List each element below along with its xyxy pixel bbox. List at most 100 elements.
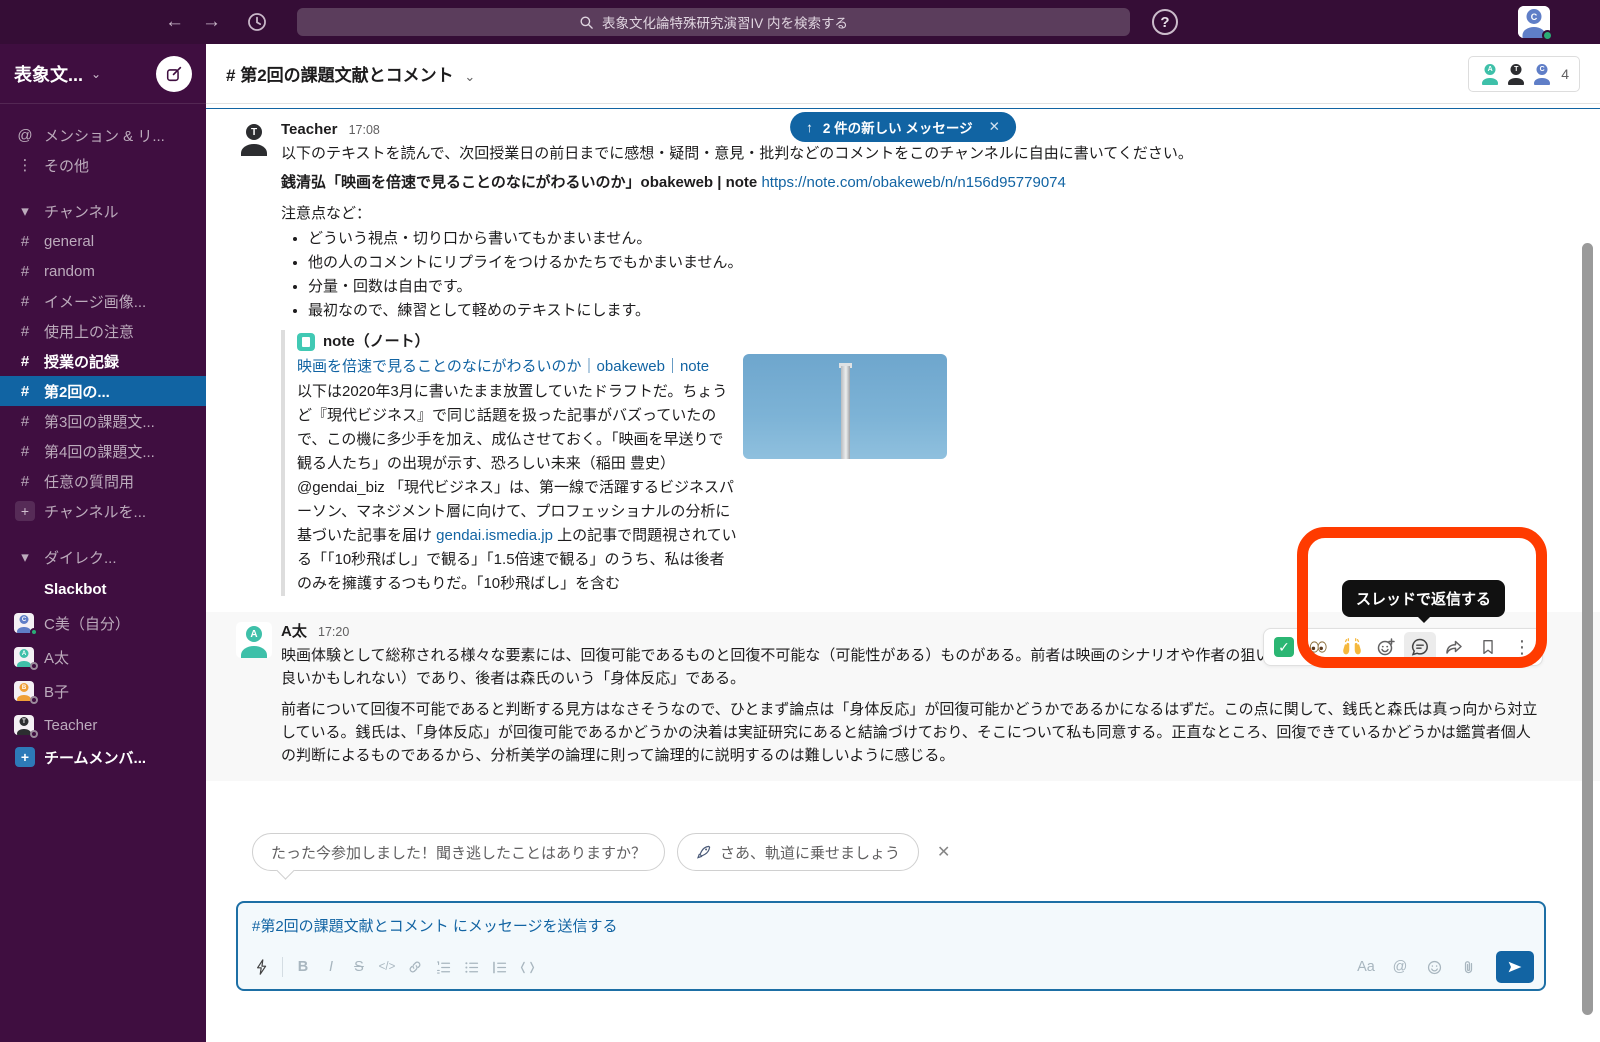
send-button[interactable]: [1496, 951, 1534, 983]
add-member-label: チームメンバ...: [44, 747, 146, 768]
message-composer: #第2回の課題文献とコメント にメッセージを送信する B I S </>: [236, 901, 1546, 991]
sidebar-channel-session4[interactable]: # 第4回の課題文...: [0, 436, 206, 466]
member-avatar: A: [1479, 63, 1501, 85]
channel-label: 第2回の...: [44, 381, 110, 402]
mention-button[interactable]: @: [1386, 953, 1414, 981]
plus-icon: +: [15, 747, 35, 767]
channel-title-text: 第2回の課題文献とコメント: [240, 66, 453, 85]
channel-label: general: [44, 233, 94, 250]
suggestion-chip-just-joined[interactable]: たった今参加しました！聞き逃したことはありますか？: [252, 833, 665, 871]
compose-button[interactable]: [156, 56, 192, 92]
member-avatar: C: [1531, 63, 1553, 85]
history-clock-icon[interactable]: [246, 11, 268, 33]
search-icon: [579, 15, 594, 30]
search-placeholder-text: 表象文化論特殊研究演習IV 内を検索する: [602, 12, 848, 32]
sidebar-channel-random[interactable]: # random: [0, 256, 206, 286]
shortcuts-lightning-button[interactable]: [248, 953, 276, 981]
history-forward-button[interactable]: →: [202, 11, 221, 33]
help-button[interactable]: ?: [1152, 9, 1178, 35]
dm-label: B子: [44, 681, 69, 702]
dm-section-header[interactable]: ▾ ダイレク...: [0, 542, 206, 572]
chips-close-button[interactable]: ✕: [937, 842, 950, 862]
message-text: 以下のテキストを読んで、次回授業日の前日までに感想・疑問・意見・批判などのコメン…: [281, 142, 1544, 165]
slack-app: ← → 表象文化論特殊研究演習IV 内を検索する ? C 表象文... ⌄: [0, 0, 1600, 1042]
sidebar-channel-session3[interactable]: # 第3回の課題文...: [0, 406, 206, 436]
message-actions-toolbar: ✓ ⋮: [1263, 628, 1543, 666]
notes-heading: 注意点など：: [281, 202, 1544, 225]
sidebar-item-label: その他: [44, 155, 89, 176]
presence-offline-dot: [30, 662, 38, 670]
code-button[interactable]: </>: [373, 953, 401, 981]
italic-button[interactable]: I: [317, 953, 345, 981]
bookmark-button[interactable]: [1472, 632, 1504, 662]
suggestion-chips-row: たった今参加しました！聞き逃したことはありますか？ さあ、軌道に乗せましょう ✕: [252, 833, 950, 871]
code-block-button[interactable]: [513, 953, 541, 981]
sidebar-add-channel[interactable]: + チャンネルを...: [0, 496, 206, 526]
hash-icon: #: [226, 66, 235, 85]
check-mark-emoji-button[interactable]: ✓: [1268, 632, 1300, 662]
inline-link[interactable]: gendai.ismedia.jp: [436, 527, 553, 544]
attach-file-button[interactable]: [1454, 953, 1482, 981]
message-author[interactable]: Teacher: [281, 121, 337, 138]
workspace-name[interactable]: 表象文...: [14, 61, 83, 87]
history-back-button[interactable]: ←: [165, 11, 184, 33]
member-avatar: T: [1505, 63, 1527, 85]
avatar[interactable]: A: [236, 622, 272, 658]
channel-title[interactable]: # 第2回の課題文献とコメント ⌄: [226, 61, 475, 86]
channel-label: 任意の質問用: [44, 471, 134, 492]
vertical-scrollbar[interactable]: [1582, 243, 1593, 1015]
message-input[interactable]: #第2回の課題文献とコメント にメッセージを送信する: [238, 903, 1544, 936]
sidebar-channel-session2-selected[interactable]: # 第2回の...: [0, 376, 206, 406]
sidebar-channel-usage-notes[interactable]: # 使用上の注意: [0, 316, 206, 346]
sidebar-dm-a-ta[interactable]: A A太: [0, 640, 206, 674]
close-icon[interactable]: ✕: [989, 119, 1000, 135]
message-timestamp[interactable]: 17:08: [349, 123, 380, 137]
channels-section-header[interactable]: ▾ チャンネル: [0, 196, 206, 226]
sidebar-channel-questions[interactable]: # 任意の質問用: [0, 466, 206, 496]
link-button[interactable]: [401, 953, 429, 981]
message-author[interactable]: A太: [281, 623, 307, 640]
emoji-picker-button[interactable]: [1420, 953, 1448, 981]
bold-button[interactable]: B: [289, 953, 317, 981]
bulleted-list-button[interactable]: [457, 953, 485, 981]
preview-title-link[interactable]: 映画を倍速で見ることのなにがわるいのか｜obakeweb｜note: [297, 355, 737, 378]
dm-label: C美（自分）: [44, 613, 130, 634]
sidebar-item-more[interactable]: ⋮ その他: [0, 150, 206, 180]
bullet-item: どういう視点・切り口から書いてもかまいません。: [308, 227, 1544, 250]
user-avatar-button[interactable]: C: [1518, 6, 1550, 38]
search-input[interactable]: 表象文化論特殊研究演習IV 内を検索する: [297, 8, 1130, 36]
message-timestamp[interactable]: 17:20: [318, 625, 349, 639]
reply-in-thread-button[interactable]: [1404, 632, 1436, 662]
channel-header: # 第2回の課題文献とコメント ⌄ A T C 4: [206, 44, 1600, 104]
sidebar-channel-image[interactable]: # イメージ画像...: [0, 286, 206, 316]
message-list: ↑ 2 件の新しい メッセージ ✕ T Teacher 17:08 以下のテキス…: [206, 104, 1600, 832]
add-reaction-button[interactable]: [1370, 632, 1402, 662]
top-bar: ← → 表象文化論特殊研究演習IV 内を検索する ? C: [0, 0, 1600, 44]
sidebar-add-team-member[interactable]: + チームメンバ...: [0, 742, 206, 772]
sidebar-dm-teacher[interactable]: T Teacher: [0, 708, 206, 742]
share-message-button[interactable]: [1438, 632, 1470, 662]
blockquote-button[interactable]: [485, 953, 513, 981]
member-stack[interactable]: A T C 4: [1468, 56, 1580, 92]
sidebar-dm-slackbot[interactable]: Slackbot: [0, 572, 206, 606]
text-format-toggle-button[interactable]: Aa: [1352, 953, 1380, 981]
at-icon: @: [14, 127, 36, 144]
sidebar-channel-class-records[interactable]: # 授業の記録: [0, 346, 206, 376]
sidebar-item-mentions[interactable]: @ メンション & リ...: [0, 120, 206, 150]
sidebar-dm-self[interactable]: C C美（自分）: [0, 606, 206, 640]
sidebar-dm-b-ko[interactable]: B B子: [0, 674, 206, 708]
new-messages-banner[interactable]: ↑ 2 件の新しい メッセージ ✕: [790, 112, 1016, 142]
sidebar-channel-general[interactable]: # general: [0, 226, 206, 256]
more-actions-button[interactable]: ⋮: [1506, 632, 1538, 662]
reference-link[interactable]: https://note.com/obakeweb/n/n156d9577907…: [761, 174, 1065, 191]
chevron-down-icon: ⌄: [91, 67, 156, 81]
suggestion-chip-get-on-track[interactable]: さあ、軌道に乗せましょう: [677, 833, 919, 871]
strikethrough-button[interactable]: S: [345, 953, 373, 981]
ordered-list-button[interactable]: [429, 953, 457, 981]
avatar[interactable]: T: [236, 120, 272, 156]
presence-online-dot: [30, 628, 38, 636]
section-label: ダイレク...: [44, 547, 117, 568]
eyes-emoji-button[interactable]: [1302, 632, 1334, 662]
preview-thumbnail-image[interactable]: [743, 354, 947, 459]
raised-hands-emoji-button[interactable]: [1336, 632, 1368, 662]
